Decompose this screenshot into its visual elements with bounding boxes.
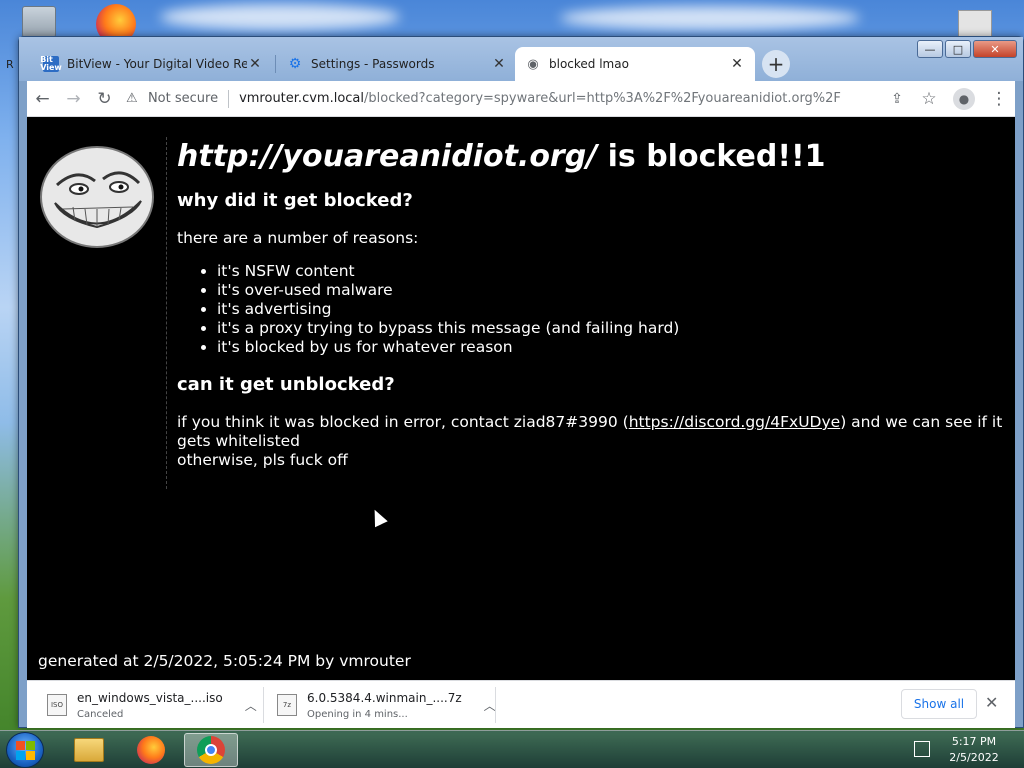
forward-arrow-icon[interactable]: → [58,83,89,115]
download-separator [263,687,264,723]
download-status: Opening in 4 mins... [307,708,408,720]
blocked-suffix: is blocked!!1 [597,139,826,174]
close-window-button[interactable]: ✕ [973,40,1017,58]
close-icon[interactable]: ✕ [729,56,745,72]
iso-file-icon: ISO [47,694,67,716]
generated-footer: generated at 2/5/2022, 5:05:24 PM by vmr… [38,652,411,670]
tab-title: Settings - Passwords [311,57,435,71]
browser-toolbar: ← → ↻ ⚠ Not secure vmrouter.cvm.local /b… [27,81,1015,117]
download-name: 6.0.5384.4.winmain_....7z [307,690,462,705]
download-name: en_windows_vista_....iso [77,690,223,705]
content-divider [166,137,167,489]
bitview-icon: Bit View [40,55,62,72]
tab-separator [275,55,276,73]
why-heading: why did it get blocked? [177,190,413,211]
windows-logo-icon [16,751,25,760]
download-item[interactable]: 7z 6.0.5384.4.winmain_....7z Opening in … [277,687,496,723]
folder-icon [74,738,104,762]
list-item: it's over-used malware [217,281,1007,300]
unblock-paragraph: if you think it was blocked in error, co… [177,413,1007,470]
page-content: http://youareanidiot.org/ is blocked!!1 … [27,117,1015,680]
tab-bitview[interactable]: Bit View BitView - Your Digital Video Re… [33,47,273,81]
list-item: it's advertising [217,300,1007,319]
clock-time: 5:17 PM [951,735,997,748]
clock-date: 2/5/2022 [949,751,999,764]
taskbar-explorer[interactable] [62,733,116,767]
reload-icon[interactable]: ↻ [89,83,120,115]
discord-link[interactable]: https://discord.gg/4FxUDye [629,413,841,431]
reasons-list: it's NSFW content it's over-used malware… [217,262,1007,357]
list-item: it's blocked by us for whatever reason [217,338,1007,357]
globe-icon: ◉ [527,56,539,72]
tab-title: BitView - Your Digital Video Repository [67,57,247,71]
new-tab-button[interactable]: + [762,50,790,78]
list-item: it's NSFW content [217,262,1007,281]
address-bar[interactable]: ⚠ Not secure vmrouter.cvm.local /blocked… [125,83,882,114]
unblock-text: if you think it was blocked in error, co… [177,413,629,431]
chrome-window: Bit View BitView - Your Digital Video Re… [18,36,1024,728]
show-all-button[interactable]: Show all [901,689,977,719]
download-bar: ISO en_windows_vista_....iso Canceled ︿ … [27,680,1015,728]
profile-avatar-icon[interactable]: ● [953,87,976,110]
trollface-image [40,146,154,248]
chrome-icon [197,736,225,764]
share-icon[interactable]: ⇪ [881,83,913,115]
close-icon[interactable]: ✕ [247,56,263,72]
blocked-url: http://youareanidiot.org/ [177,139,598,174]
desktop-cloud [160,4,400,30]
unblock-heading: can it get unblocked? [177,374,395,395]
windows-logo-icon [16,741,25,750]
blocked-message: http://youareanidiot.org/ is blocked!!1 … [177,137,1007,470]
page-title: http://youareanidiot.org/ is blocked!!1 [177,137,1007,177]
tab-settings-passwords[interactable]: ⚙ Settings - Passwords ✕ [277,47,517,81]
firefox-icon [137,736,165,764]
tab-title: blocked lmao [549,57,629,71]
close-icon[interactable]: ✕ [985,693,998,712]
back-arrow-icon[interactable]: ← [27,83,58,115]
tab-blocked[interactable]: ◉ blocked lmao ✕ [515,47,755,81]
tab-strip: Bit View BitView - Your Digital Video Re… [19,37,1023,81]
maximize-button[interactable]: □ [945,40,971,58]
network-icon[interactable] [914,741,930,757]
desktop-icon-label: R [6,58,14,71]
windows-logo-icon [26,751,35,760]
unblock-text: otherwise, pls fuck off [177,451,348,469]
taskbar-firefox[interactable] [124,733,178,767]
windows-logo-icon [26,741,35,750]
taskbar: 5:17 PM 2/5/2022 [0,730,1024,768]
desktop-cloud [560,6,860,30]
chevron-up-icon[interactable]: ︿ [245,697,257,714]
close-icon[interactable]: ✕ [491,56,507,72]
reasons-intro: there are a number of reasons: [177,229,419,247]
taskbar-chrome[interactable] [184,733,238,767]
minimize-button[interactable]: — [917,40,943,58]
archive-file-icon: 7z [277,694,297,716]
start-button[interactable] [6,732,44,768]
taskbar-clock[interactable]: 5:17 PM 2/5/2022 [944,734,1004,766]
warning-icon[interactable]: ⚠ [126,91,144,106]
download-separator [495,687,496,723]
security-status[interactable]: Not secure [148,91,218,106]
omnibox-separator [228,89,230,108]
menu-kebab-icon[interactable]: ⋮ [983,83,1015,115]
gear-icon: ⚙ [288,56,302,72]
chevron-up-icon[interactable]: ︿ [484,697,496,714]
url-path[interactable]: /blocked?category=spyware&url=http%3A%2F… [364,91,841,106]
bookmark-star-icon[interactable]: ☆ [913,83,945,115]
url-host[interactable]: vmrouter.cvm.local [239,91,364,106]
list-item: it's a proxy trying to bypass this messa… [217,319,1007,338]
download-item[interactable]: ISO en_windows_vista_....iso Canceled ︿ [47,687,257,723]
download-status: Canceled [77,708,124,720]
